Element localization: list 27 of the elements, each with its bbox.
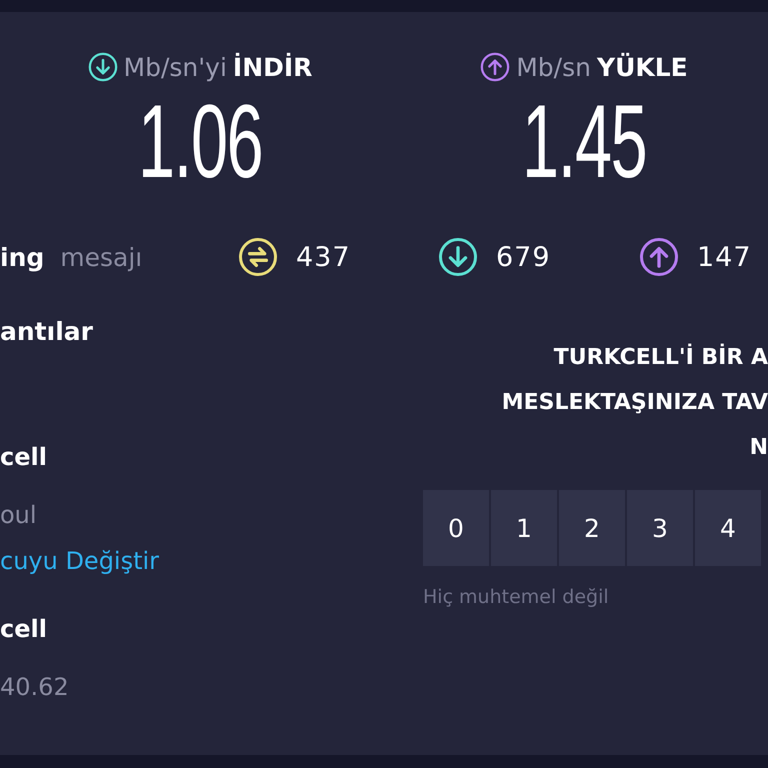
survey-question: N bbox=[750, 434, 768, 462]
speed-value: 1.45 bbox=[522, 86, 646, 198]
swap-arrows-icon bbox=[238, 237, 278, 277]
rating-button[interactable]: 0 bbox=[423, 490, 489, 566]
unit-label: Mb/sn bbox=[516, 52, 591, 82]
rating-button[interactable]: 1 bbox=[491, 490, 557, 566]
location-text: oul bbox=[0, 501, 38, 529]
rating-button[interactable]: 2 bbox=[559, 490, 625, 566]
provider-name: cell bbox=[0, 615, 48, 643]
speed-value: 1.06 bbox=[138, 86, 262, 198]
unit-label: mesajı bbox=[60, 242, 142, 272]
change-server-link[interactable]: cuyu Değiştir bbox=[0, 547, 160, 575]
ping-value: 147 bbox=[697, 242, 752, 272]
location-text: 40.62 bbox=[0, 673, 70, 701]
unit-label: Mb/sn'yi bbox=[124, 52, 227, 82]
rating-button[interactable]: 4 bbox=[695, 490, 761, 566]
rating-button[interactable]: 3 bbox=[627, 490, 693, 566]
survey-question: TURKCELL'İ BİR A bbox=[554, 342, 768, 372]
survey-question: MESLEKTAŞINIZA TAV bbox=[502, 389, 768, 417]
result-label: YÜKLE bbox=[596, 52, 688, 82]
scale-label: Hiç muhtemel değil bbox=[423, 586, 610, 608]
result-label: İNDİR bbox=[232, 52, 312, 82]
ping-value: 437 bbox=[296, 242, 351, 272]
ping-label: ing bbox=[0, 242, 44, 272]
provider-name: cell bbox=[0, 443, 48, 471]
ping-value: 679 bbox=[496, 242, 551, 272]
section-title: antılar bbox=[0, 317, 94, 348]
